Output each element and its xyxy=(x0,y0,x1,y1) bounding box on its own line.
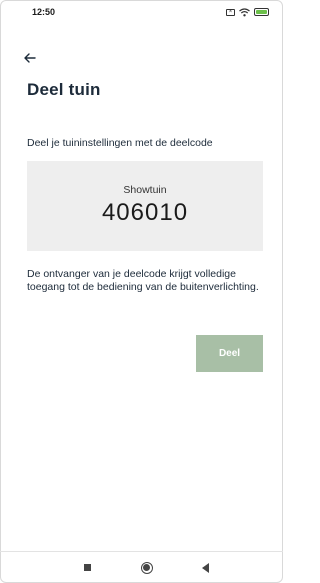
intro-text: Deel je tuininstellingen met de deelcode xyxy=(27,137,213,149)
share-button[interactable]: Deel xyxy=(196,335,263,372)
status-icons: × xyxy=(226,7,269,17)
share-code-box: Showtuin 406010 xyxy=(27,161,263,251)
back-button[interactable] xyxy=(24,50,44,66)
status-time: 12:50 xyxy=(32,7,56,17)
mute-icon: × xyxy=(226,8,235,16)
system-nav-bar xyxy=(0,551,283,583)
status-bar: 12:50 × xyxy=(0,0,283,24)
arrow-left-icon xyxy=(24,53,36,63)
back-icon[interactable] xyxy=(202,562,209,573)
info-text: De ontvanger van je deelcode krijgt voll… xyxy=(27,268,259,293)
page-title: Deel tuin xyxy=(27,80,101,99)
battery-icon xyxy=(254,8,269,16)
recents-icon[interactable] xyxy=(84,564,91,571)
wifi-icon xyxy=(239,7,250,17)
home-icon[interactable] xyxy=(140,561,153,574)
share-code: 406010 xyxy=(101,198,189,226)
garden-name: Showtuin xyxy=(123,183,167,196)
home-icon-inner xyxy=(143,564,150,571)
battery-level xyxy=(256,10,267,14)
